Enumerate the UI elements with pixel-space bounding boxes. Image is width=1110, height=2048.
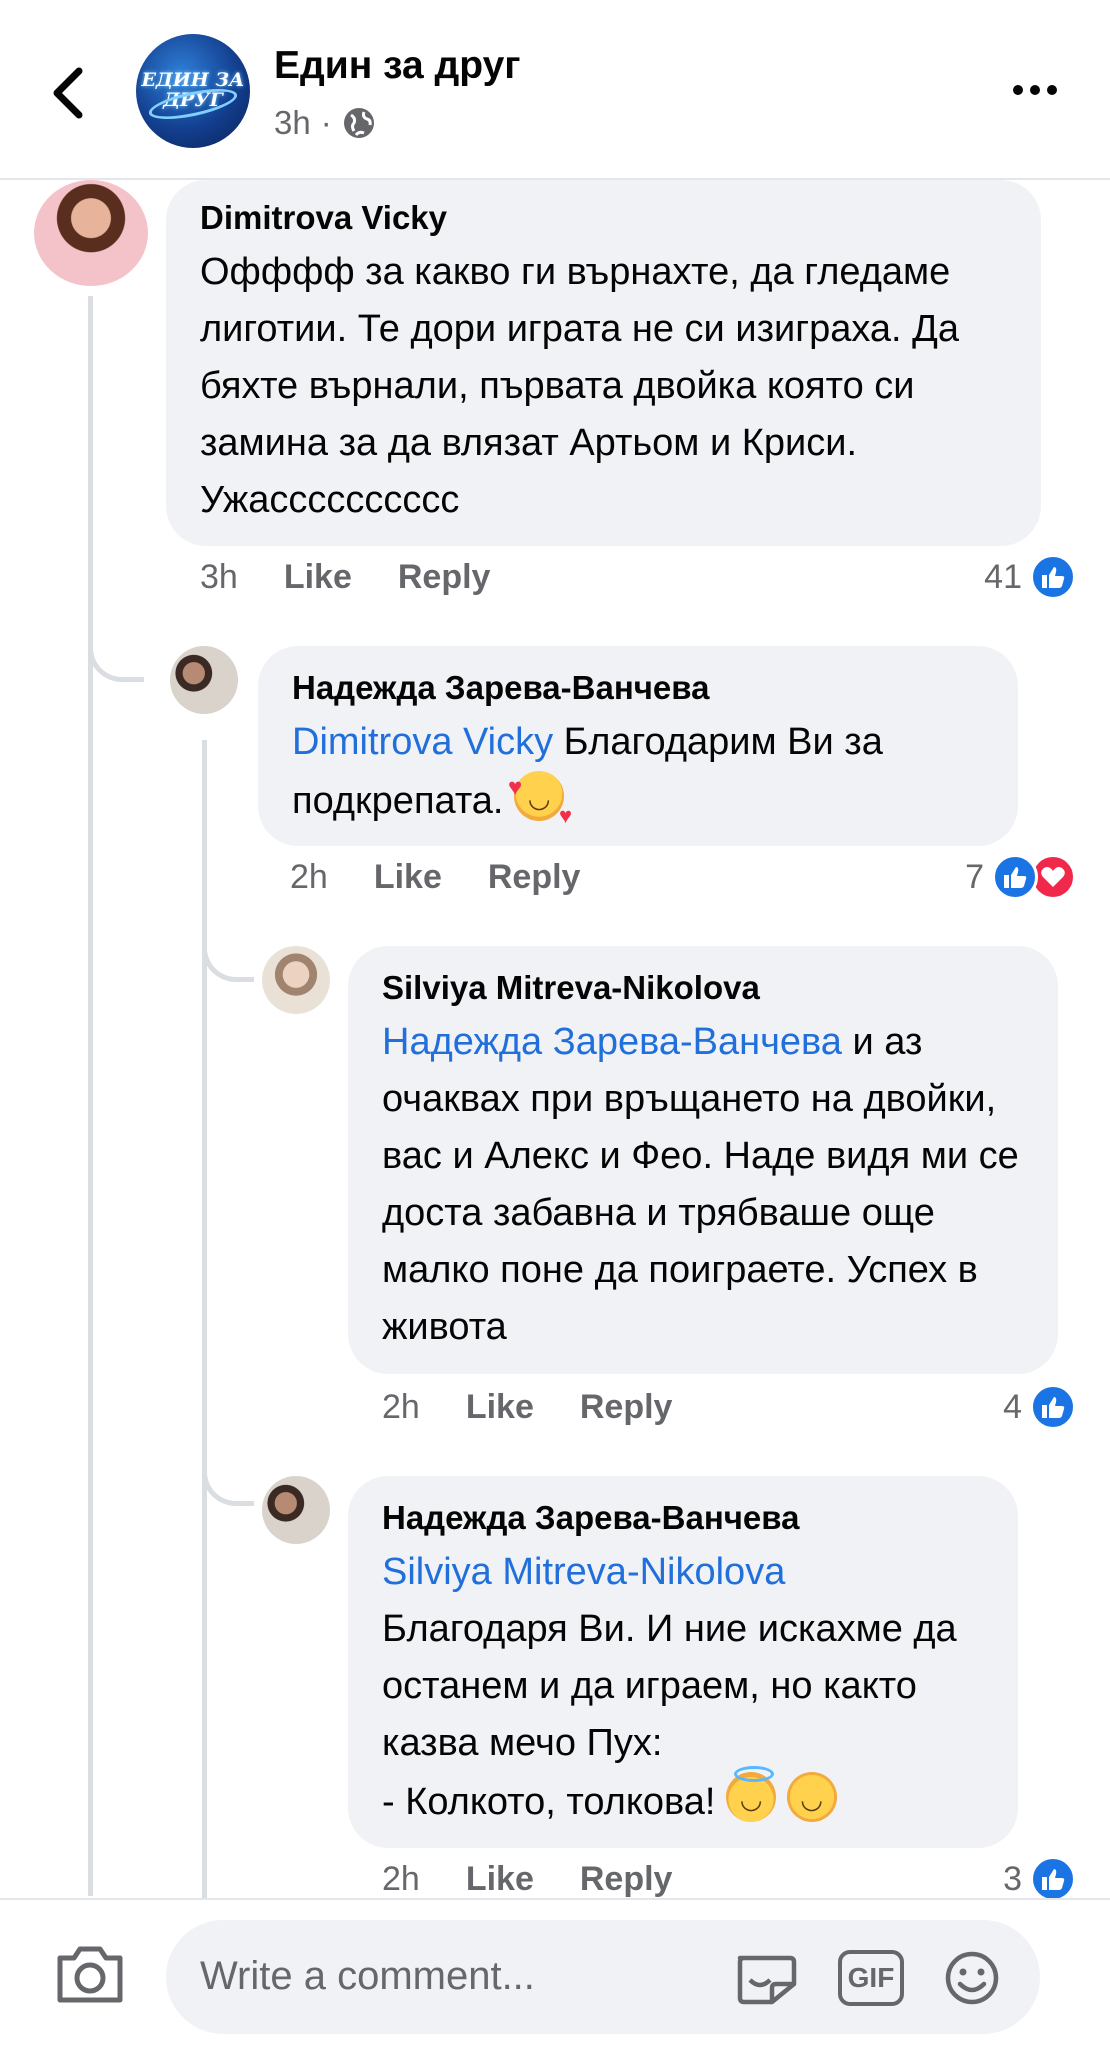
post-time: 3h xyxy=(274,104,311,141)
avatar[interactable] xyxy=(170,646,238,714)
page-title[interactable]: Един за друг xyxy=(274,44,521,88)
comment-text: Silviya Mitreva-Nikolova Благодаря Ви. И… xyxy=(382,1544,984,1831)
like-button[interactable]: Like xyxy=(466,1388,534,1427)
comment-text: Офффф за какво ги върнахте, да гледаме л… xyxy=(200,251,960,521)
comment-body: и аз очаквах при връщането на двойки, ва… xyxy=(382,1021,1019,1348)
mention-link[interactable]: Dimitrova Vicky xyxy=(292,721,553,763)
like-reaction-icon xyxy=(1030,1384,1076,1430)
reply-button[interactable]: Reply xyxy=(488,858,581,897)
comment-author[interactable]: Dimitrova Vicky xyxy=(200,198,1007,238)
comment-time[interactable]: 2h xyxy=(290,858,328,897)
smiling-face-with-halo-icon: ◡ xyxy=(726,1766,777,1822)
reaction-count: 41 xyxy=(984,557,1022,596)
comment-time[interactable]: 3h xyxy=(200,558,238,597)
thread-line-main xyxy=(88,296,93,1896)
comment-author[interactable]: Надежда Зарева-Ванчева xyxy=(382,1498,984,1538)
comment-author[interactable]: Надежда Зарева-Ванчева xyxy=(292,668,984,708)
smiling-face-with-hearts-icon: ◡ xyxy=(508,759,572,844)
comment-body-text: - Колкото, толкова! xyxy=(382,1781,727,1823)
comment-actions: 2h Like Reply xyxy=(290,858,626,897)
dot-icon xyxy=(1013,85,1023,95)
thread-connector xyxy=(202,1420,254,1506)
comment-bubble: Надежда Зарева-Ванчева Dimitrova Vicky Б… xyxy=(258,646,1018,846)
comment-box[interactable]: GIF xyxy=(166,1920,1040,2034)
reaction-summary[interactable]: 4 xyxy=(1003,1384,1076,1430)
comment-actions: 2h Like Reply xyxy=(382,1860,718,1899)
reply-button[interactable]: Reply xyxy=(580,1388,673,1427)
like-button[interactable]: Like xyxy=(466,1860,534,1899)
post-meta: 3h · xyxy=(274,104,376,142)
reaction-summary[interactable]: 41 xyxy=(984,554,1076,600)
comment-author[interactable]: Silviya Mitreva-Nikolova xyxy=(382,968,1024,1008)
comment-text: Dimitrova Vicky Благодарим Ви за подкреп… xyxy=(292,714,984,844)
camera-icon[interactable] xyxy=(54,1940,126,2006)
comment-body-line2: - Колкото, толкова! ◡ ◡ xyxy=(382,1766,984,1831)
like-reaction-icon xyxy=(992,854,1038,900)
back-button[interactable] xyxy=(40,58,96,128)
comment-text: Надежда Зарева-Ванчева и аз очаквах при … xyxy=(382,1014,1024,1356)
avatar[interactable] xyxy=(262,946,330,1014)
comment-composer: GIF xyxy=(0,1898,1110,2048)
like-reaction-icon xyxy=(1030,1856,1076,1902)
like-button[interactable]: Like xyxy=(374,858,442,897)
smiling-face-with-smiling-eyes-icon: ◡ xyxy=(786,1772,837,1822)
dot-icon xyxy=(1030,85,1040,95)
comment-actions: 2h Like Reply xyxy=(382,1388,718,1427)
comment-time[interactable]: 2h xyxy=(382,1388,420,1427)
reaction-summary[interactable]: 3 xyxy=(1003,1856,1076,1902)
like-reaction-icon xyxy=(1030,554,1076,600)
comment-bubble: Dimitrova Vicky Офффф за какво ги върнах… xyxy=(166,180,1041,546)
comment-input[interactable] xyxy=(200,1948,720,2004)
comment-bubble: Надежда Зарева-Ванчева Silviya Mitreva-N… xyxy=(348,1476,1018,1848)
mention-link[interactable]: Надежда Зарева-Ванчева xyxy=(382,1021,842,1063)
mention-link[interactable]: Silviya Mitreva-Nikolova xyxy=(382,1544,984,1601)
reply-button[interactable]: Reply xyxy=(580,1860,673,1899)
comment-actions: 3h Like Reply xyxy=(200,558,536,597)
reaction-count: 7 xyxy=(965,857,984,896)
thread-connector xyxy=(88,600,144,682)
comment-bubble: Silviya Mitreva-Nikolova Надежда Зарева-… xyxy=(348,946,1058,1374)
reaction-count: 4 xyxy=(1003,1387,1022,1426)
comment-body: Благодаря Ви. И ние искахме да останем и… xyxy=(382,1608,957,1764)
emoji-icon[interactable] xyxy=(942,1950,1002,2006)
post-header: ЕДИН ЗА ДРУГ Един за друг 3h · xyxy=(0,0,1110,180)
dot-icon xyxy=(1047,85,1057,95)
like-button[interactable]: Like xyxy=(284,558,352,597)
avatar[interactable] xyxy=(262,1476,330,1544)
comment-time[interactable]: 2h xyxy=(382,1860,420,1899)
avatar[interactable] xyxy=(34,180,148,286)
reaction-count: 3 xyxy=(1003,1859,1022,1898)
logo-text-line1: ЕДИН ЗА xyxy=(141,69,245,92)
sticker-icon[interactable] xyxy=(732,1950,798,2006)
globe-icon xyxy=(343,108,374,138)
thread-connector xyxy=(202,900,254,982)
more-options-button[interactable] xyxy=(1000,70,1070,110)
meta-separator: · xyxy=(320,104,332,141)
reaction-summary[interactable]: 7 xyxy=(965,854,1076,900)
reply-button[interactable]: Reply xyxy=(398,558,491,597)
gif-icon[interactable]: GIF xyxy=(838,1950,904,2006)
page-avatar[interactable]: ЕДИН ЗА ДРУГ xyxy=(136,34,250,148)
chevron-left-icon xyxy=(53,67,83,119)
